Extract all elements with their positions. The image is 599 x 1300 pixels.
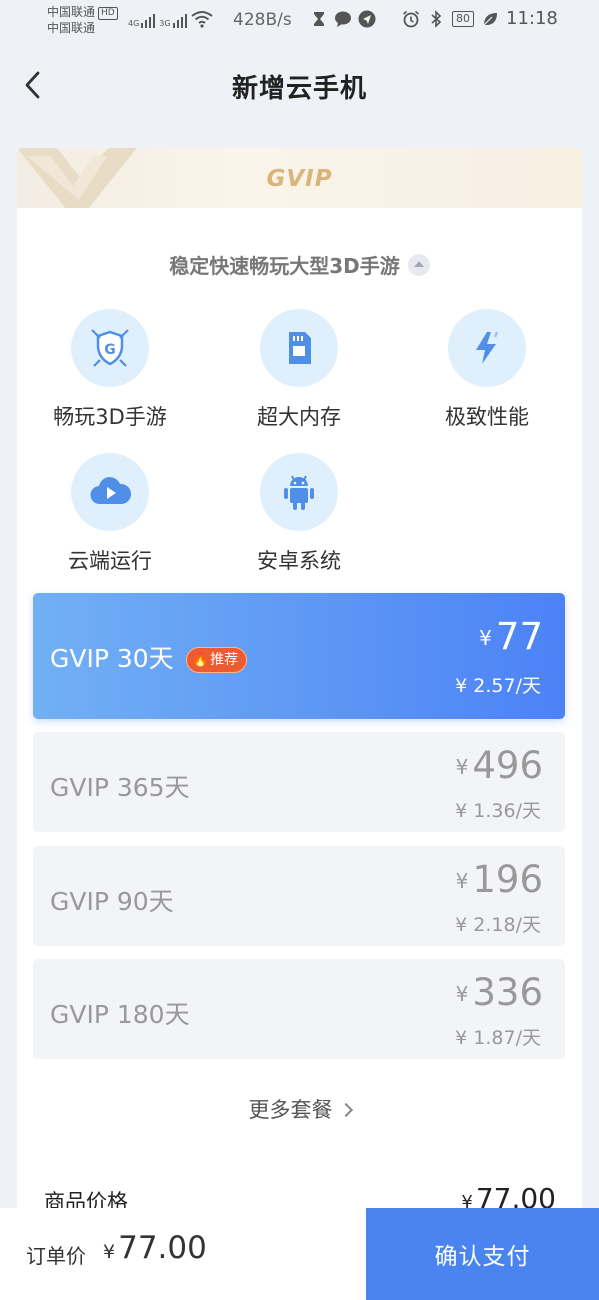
- confirm-pay-button[interactable]: 确认支付: [366, 1208, 599, 1300]
- status-bar: 中国联通 HD 中国联通 4G 3G 428B/s 80 11:18: [0, 0, 599, 44]
- feature-label: 安卓系统: [257, 549, 341, 573]
- more-plans-link[interactable]: 更多套餐: [17, 1094, 582, 1124]
- plan-price: ¥77: [479, 615, 543, 658]
- hd-badge: HD: [98, 7, 118, 20]
- notification-icons: [310, 10, 376, 28]
- flame-icon: 🔥: [191, 652, 210, 668]
- hourglass-icon: [314, 12, 324, 26]
- battery-icon: 80: [452, 10, 474, 27]
- plan-name: GVIP 365天: [50, 773, 190, 802]
- wifi-icon: [190, 11, 213, 28]
- clock: 11:18: [506, 8, 558, 29]
- signal-group: 4G 3G: [128, 10, 213, 28]
- plan-card: 稳定快速畅玩大型3D手游 G 畅玩3D手游 超大内存 极致性能 云端运行 安卓系…: [17, 208, 582, 1218]
- feature-performance: 极致性能: [407, 309, 567, 431]
- tagline: 稳定快速畅玩大型3D手游: [17, 250, 582, 279]
- lightning-icon: [476, 331, 499, 364]
- bluetooth-icon: [431, 9, 442, 28]
- alarm-icon: [402, 10, 420, 27]
- send-icon: [358, 10, 376, 28]
- page-title: 新增云手机: [231, 74, 367, 104]
- carrier-name-2: 中国联通: [47, 21, 96, 35]
- gvip-banner: GVIP: [17, 148, 582, 210]
- gvip-logo: GVIP: [266, 166, 333, 192]
- system-icons: 80 11:18: [402, 8, 558, 29]
- plan-price: ¥496: [455, 744, 543, 787]
- svg-text:G: G: [104, 342, 116, 358]
- carrier-name-1: 中国联通: [47, 5, 96, 19]
- plan-option-180[interactable]: GVIP 180天 ¥336 ¥ 1.87/天: [33, 959, 565, 1059]
- checkout-bar: 订单价 ¥77.00 确认支付: [0, 1208, 599, 1300]
- feature-label: 云端运行: [68, 549, 152, 573]
- signal-icon: [172, 12, 187, 28]
- game-shield-icon: G: [91, 329, 129, 367]
- chevron-right-icon: [338, 1102, 353, 1118]
- network-type-2: 3G: [159, 19, 171, 28]
- plan-daily-price: ¥ 2.57/天: [455, 675, 541, 697]
- feature-label: 超大内存: [257, 405, 341, 429]
- plan-daily-price: ¥ 1.87/天: [455, 1027, 541, 1049]
- android-icon: [284, 475, 314, 510]
- carrier-info: 中国联通 HD 中国联通: [47, 4, 118, 36]
- signal-icon: [141, 12, 156, 28]
- feature-large-storage: 超大内存: [219, 309, 379, 431]
- feature-cloud-run: 云端运行: [30, 453, 190, 575]
- plan-name: GVIP 90天: [50, 887, 174, 916]
- feature-android: 安卓系统: [219, 453, 379, 575]
- plan-price: ¥196: [455, 858, 543, 901]
- plan-daily-price: ¥ 2.18/天: [455, 914, 541, 936]
- network-speed: 428B/s: [233, 10, 292, 30]
- tagline-text: 稳定快速畅玩大型3D手游: [169, 254, 400, 278]
- cloud-play-icon: [90, 477, 132, 505]
- plan-daily-price: ¥ 1.36/天: [455, 800, 541, 822]
- plan-option-30[interactable]: GVIP 30天 🔥推荐 ¥77 ¥ 2.57/天: [33, 593, 565, 719]
- order-price-label: 订单价: [26, 1244, 86, 1268]
- plan-option-90[interactable]: GVIP 90天 ¥196 ¥ 2.18/天: [33, 846, 565, 946]
- sd-card-icon: [289, 332, 311, 364]
- plan-name: GVIP 30天 🔥推荐: [50, 639, 248, 675]
- recommend-badge: 🔥推荐: [185, 647, 248, 673]
- feature-label: 畅玩3D手游: [53, 405, 167, 429]
- feature-3d-games: G 畅玩3D手游: [30, 309, 190, 431]
- leaf-icon: [483, 12, 497, 25]
- plan-name: GVIP 180天: [50, 1000, 190, 1029]
- network-type-1: 4G: [128, 19, 140, 28]
- feature-label: 极致性能: [445, 405, 529, 429]
- plan-price: ¥336: [455, 971, 543, 1014]
- collapse-icon[interactable]: [407, 254, 430, 276]
- order-price-value: ¥77.00: [103, 1230, 207, 1266]
- plan-option-365[interactable]: GVIP 365天 ¥496 ¥ 1.36/天: [33, 732, 565, 832]
- chat-bubble-icon: [335, 11, 351, 27]
